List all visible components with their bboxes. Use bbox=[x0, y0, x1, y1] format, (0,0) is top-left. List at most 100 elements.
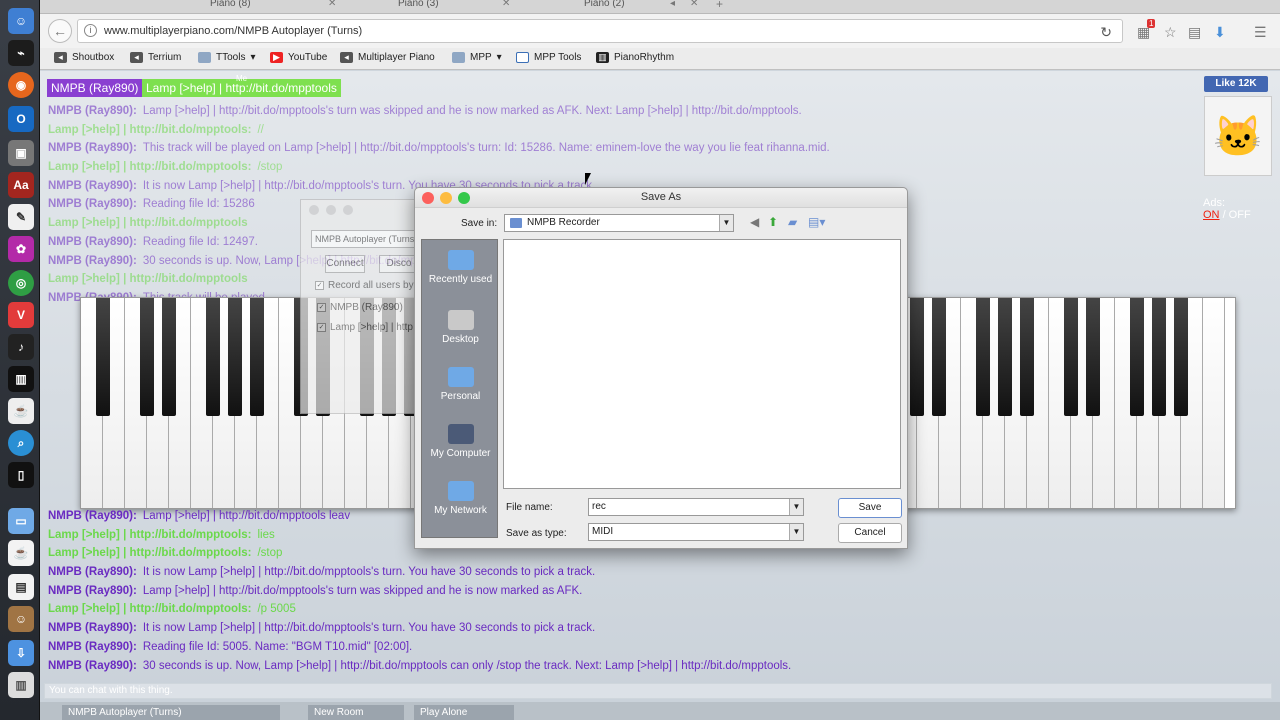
play-alone-button[interactable]: Play Alone bbox=[414, 705, 514, 720]
chat-text: /p 5005 bbox=[257, 603, 296, 616]
black-key[interactable] bbox=[976, 298, 990, 416]
new-room-button[interactable]: New Room bbox=[308, 705, 404, 720]
black-key[interactable] bbox=[910, 298, 924, 416]
black-key[interactable] bbox=[140, 298, 154, 416]
trash-icon[interactable]: ▥ bbox=[8, 672, 34, 698]
black-key[interactable] bbox=[162, 298, 176, 416]
place-desktop[interactable]: Desktop bbox=[422, 310, 499, 345]
dialog-title: Save As bbox=[640, 191, 682, 203]
bookmark-pianorhythm[interactable]: ▥ PianoRhythm bbox=[596, 52, 674, 63]
black-key[interactable] bbox=[1174, 298, 1188, 416]
black-key[interactable] bbox=[206, 298, 220, 416]
tab-piano-3[interactable]: Piano (3) bbox=[388, 0, 449, 14]
place-recently-used[interactable]: Recently used bbox=[422, 250, 499, 285]
folder-app-icon[interactable]: ▭ bbox=[8, 508, 34, 534]
new-folder-icon[interactable]: ▰ bbox=[788, 215, 797, 229]
chat-input[interactable]: You can chat with this thing. bbox=[44, 683, 1272, 699]
save-in-select[interactable]: NMPB Recorder ▼ bbox=[504, 214, 734, 232]
bookmark-shoutbox[interactable]: ◂ Shoutbox bbox=[54, 52, 114, 63]
close-icon[interactable]: ✕ bbox=[690, 0, 698, 9]
piano-app-icon[interactable]: ♪ bbox=[8, 334, 34, 360]
close-icon[interactable]: ✕ bbox=[502, 0, 510, 9]
black-key[interactable] bbox=[228, 298, 242, 416]
bookmark-ttools[interactable]: TTools ▾ bbox=[198, 52, 255, 63]
download-icon[interactable]: ⬇ bbox=[1214, 24, 1226, 41]
back-button[interactable]: ← bbox=[48, 19, 72, 43]
view-menu-icon[interactable]: ▤▾ bbox=[808, 215, 825, 229]
back-arrow-icon[interactable]: ◀ bbox=[750, 215, 759, 229]
black-key[interactable] bbox=[932, 298, 946, 416]
user-tag-nmpb[interactable]: NMPB (Ray890) bbox=[47, 79, 143, 97]
textedit-icon[interactable]: ✎ bbox=[8, 204, 34, 230]
room-selector[interactable]: NMPB Autoplayer (Turns) bbox=[62, 705, 280, 720]
save-type-select[interactable]: MIDI ▼ bbox=[588, 523, 804, 541]
dictionary-icon[interactable]: Aa bbox=[8, 172, 34, 198]
bookmark-star-icon[interactable]: ☆ bbox=[1164, 24, 1177, 41]
menu-icon[interactable]: ☰ bbox=[1254, 24, 1267, 41]
file-name-input[interactable]: rec ▼ bbox=[588, 498, 804, 516]
maximize-icon[interactable] bbox=[343, 205, 353, 215]
downloads-icon[interactable]: ⇩ bbox=[8, 640, 34, 666]
address-bar[interactable]: i www.multiplayerpiano.com/NMPB Autoplay… bbox=[77, 19, 1123, 43]
white-key[interactable] bbox=[1203, 298, 1225, 508]
new-tab-button[interactable]: + bbox=[716, 0, 723, 10]
terminal-icon[interactable]: ▯ bbox=[8, 462, 34, 488]
chat-text: Reading file Id: 12497. bbox=[142, 235, 258, 248]
chevron-down-icon[interactable]: ▼ bbox=[719, 215, 733, 231]
activity-monitor-icon[interactable]: ⌁ bbox=[8, 40, 34, 66]
chrome-icon[interactable]: ◎ bbox=[8, 270, 34, 296]
black-key[interactable] bbox=[250, 298, 264, 416]
jar-icon[interactable]: ☕ bbox=[8, 540, 34, 566]
search-app-icon[interactable]: ⌕ bbox=[8, 430, 34, 456]
vivaldi-icon[interactable]: V bbox=[8, 302, 34, 328]
document-icon[interactable]: ▤ bbox=[8, 574, 34, 600]
outlook-icon[interactable]: O bbox=[8, 106, 34, 132]
bookmark-mpp-tools[interactable]: MPP Tools bbox=[516, 52, 581, 63]
disconnect-button[interactable]: Disco bbox=[379, 255, 419, 273]
place-personal[interactable]: Personal bbox=[422, 367, 499, 402]
flower-icon[interactable]: ✿ bbox=[8, 236, 34, 262]
user-checkbox-nmpb[interactable]: ✓ NMPB (Ray890) bbox=[317, 302, 403, 313]
black-key[interactable] bbox=[1086, 298, 1100, 416]
tab-bar: Piano (8) ✕ Piano (3) ✕ Piano (2) ◂ ✕ + bbox=[40, 0, 1280, 14]
minimize-icon[interactable] bbox=[326, 205, 336, 215]
black-key[interactable] bbox=[1020, 298, 1034, 416]
firefox-icon[interactable]: ◉ bbox=[8, 72, 34, 98]
black-key[interactable] bbox=[1064, 298, 1078, 416]
java-icon[interactable]: ☕ bbox=[8, 398, 34, 424]
record-all-checkbox[interactable]: ✓ Record all users by bbox=[315, 280, 414, 291]
equalizer-icon[interactable]: ▥ bbox=[8, 366, 34, 392]
file-list[interactable] bbox=[503, 239, 901, 489]
save-button[interactable]: Save bbox=[838, 498, 902, 518]
reading-list-icon[interactable]: ▤ bbox=[1188, 24, 1201, 41]
ads-on-link[interactable]: ON bbox=[1203, 209, 1220, 221]
tab-piano-8[interactable]: Piano (8) bbox=[200, 0, 261, 14]
facebook-like-button[interactable]: Like 12K bbox=[1204, 76, 1268, 92]
bookmark-terrium[interactable]: ◂ Terrium bbox=[130, 52, 181, 63]
bookmark-multiplayer-piano[interactable]: ◂ Multiplayer Piano bbox=[340, 52, 435, 63]
chevron-down-icon[interactable]: ▼ bbox=[789, 499, 803, 515]
ads-off-link[interactable]: / OFF bbox=[1223, 209, 1251, 221]
room-name-field[interactable]: NMPB Autoplayer (Turns) bbox=[311, 230, 416, 248]
tab-piano-2[interactable]: Piano (2) bbox=[574, 0, 635, 14]
cat-photo-icon[interactable]: ☺ bbox=[8, 606, 34, 632]
close-icon[interactable] bbox=[309, 205, 319, 215]
black-key[interactable] bbox=[1152, 298, 1166, 416]
bookmark-mpp[interactable]: MPP ▾ bbox=[452, 52, 502, 63]
black-key[interactable] bbox=[998, 298, 1012, 416]
black-key[interactable] bbox=[1130, 298, 1144, 416]
user-checkbox-lamp[interactable]: ✓ Lamp [>help] | http bbox=[317, 322, 413, 333]
reload-icon[interactable]: ↻ bbox=[1100, 21, 1112, 43]
connect-button[interactable]: Connect bbox=[325, 255, 365, 273]
info-icon[interactable]: i bbox=[84, 24, 97, 37]
up-folder-icon[interactable]: ⬆ bbox=[768, 215, 778, 229]
camera-icon[interactable]: ▣ bbox=[8, 140, 34, 166]
place-my-computer[interactable]: My Computer bbox=[422, 424, 499, 459]
chevron-down-icon[interactable]: ▼ bbox=[789, 524, 803, 540]
finder-icon[interactable]: ☺ bbox=[8, 8, 34, 34]
close-icon[interactable]: ✕ bbox=[328, 0, 336, 9]
place-my-network[interactable]: My Network bbox=[422, 481, 499, 516]
bookmark-youtube[interactable]: ▶ YouTube bbox=[270, 52, 327, 63]
black-key[interactable] bbox=[96, 298, 110, 416]
cancel-button[interactable]: Cancel bbox=[838, 523, 902, 543]
